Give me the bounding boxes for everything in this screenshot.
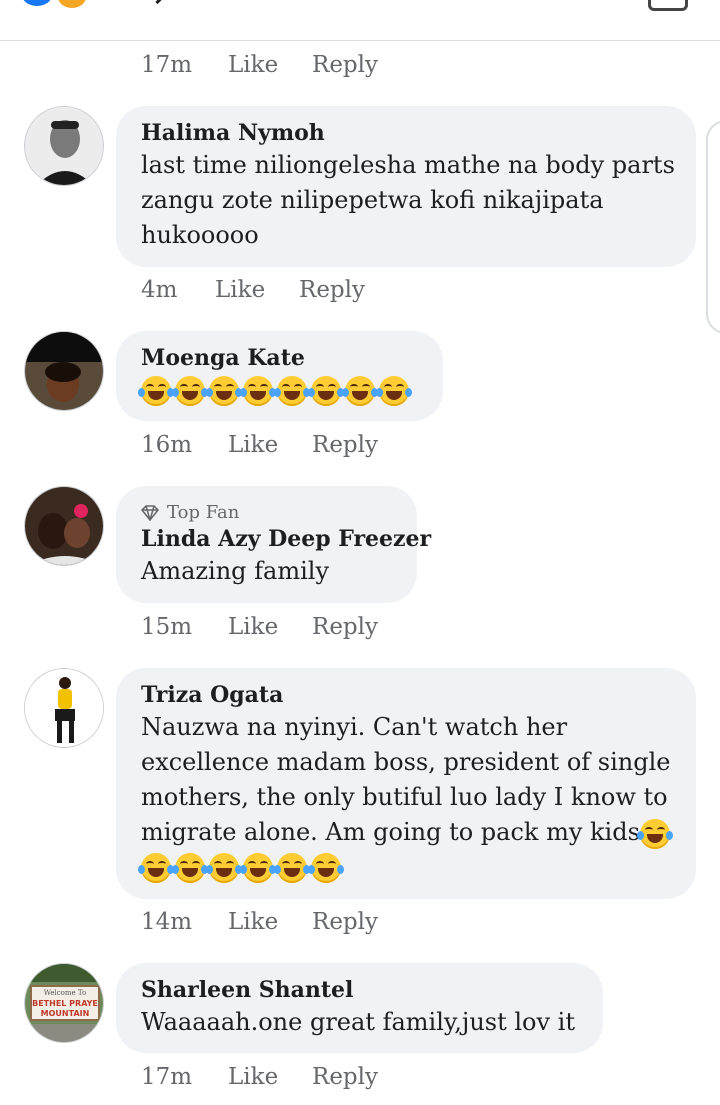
- laughing-emoji-icon: [376, 375, 412, 406]
- share-icon[interactable]: [648, 0, 688, 11]
- laughing-emoji-icon: [240, 375, 276, 406]
- comment-text-line: mothers, the only butiful luo lady I kno…: [141, 783, 668, 811]
- comment-text-line: hukooooo: [141, 221, 259, 249]
- comment-text-fragment: migrate alone. Am going to pack my kids: [141, 818, 640, 846]
- comment-text-line: excellence madam boss, president of sing…: [141, 748, 671, 776]
- reply-button[interactable]: Reply: [312, 1064, 378, 1090]
- laughing-emoji-icon: [342, 375, 378, 406]
- comment-time: 4m: [141, 277, 178, 303]
- comment-time: 14m: [141, 909, 193, 935]
- commenter-name[interactable]: Halima Nymoh: [141, 118, 670, 148]
- laughing-emoji-icon: [274, 375, 310, 406]
- like-button[interactable]: Like: [228, 1064, 278, 1090]
- avatar[interactable]: Welcome To BETHEL PRAYE MOUNTAIN: [24, 963, 104, 1043]
- avatar[interactable]: [24, 486, 104, 566]
- avatar[interactable]: [24, 668, 104, 748]
- comment-text-line: Amazing family: [141, 557, 330, 585]
- comment-text-line: Nauzwa na nyinyi. Can't watch her: [141, 713, 568, 741]
- comment-text-line: zangu zote nilipepetwa kofi nikajipata: [141, 186, 604, 214]
- laughing-emoji-icon: [172, 375, 208, 406]
- laughing-emoji-icon: [138, 375, 174, 406]
- laughing-emoji-icon: [240, 852, 276, 883]
- top-reactions-bar: [0, 0, 720, 41]
- commenter-name[interactable]: Triza Ogata: [141, 680, 670, 710]
- laughing-emoji-icon: [308, 852, 344, 883]
- laughing-emoji-icon: [206, 852, 242, 883]
- diamond-icon: [141, 505, 159, 521]
- badge-label: Top Fan: [167, 502, 240, 523]
- sign-text: Welcome To: [44, 989, 87, 997]
- reply-button[interactable]: Reply: [299, 277, 365, 303]
- laughing-emoji-icon: [138, 852, 174, 883]
- comment-text-line: migrate alone. Am going to pack my kids: [141, 815, 673, 850]
- comment-bubble: Sharleen Shantel Waaaaah.one great famil…: [116, 963, 603, 1053]
- sign-text: MOUNTAIN: [41, 1009, 90, 1018]
- comment-text-line: last time niliongelesha mathe na body pa…: [141, 151, 675, 179]
- comment-time: 17m: [141, 1064, 193, 1090]
- side-panel-edge: [706, 120, 720, 334]
- reply-button[interactable]: Reply: [312, 52, 378, 78]
- comment-time: 16m: [141, 432, 193, 458]
- like-reaction-icon: [22, 0, 52, 6]
- comment-text-line: Waaaaah.one great family,just lov it: [141, 1008, 575, 1036]
- commenter-name[interactable]: Moenga Kate: [141, 343, 417, 373]
- reply-button[interactable]: Reply: [312, 614, 378, 640]
- emoji-row: [138, 373, 417, 407]
- comment-bubble: Halima Nymoh last time niliongelesha mat…: [116, 106, 696, 267]
- commenter-name[interactable]: Linda Azy Deep Freezer: [141, 524, 431, 554]
- sign-text: BETHEL PRAYE: [32, 999, 98, 1008]
- comment-time: 15m: [141, 614, 193, 640]
- laughing-emoji-icon: [172, 852, 208, 883]
- chevron-right-icon[interactable]: [146, 0, 169, 5]
- reply-button[interactable]: Reply: [312, 909, 378, 935]
- like-button[interactable]: Like: [215, 277, 265, 303]
- like-button[interactable]: Like: [228, 614, 278, 640]
- comment-bubble: Triza Ogata Nauzwa na nyinyi. Can't watc…: [116, 668, 696, 899]
- laughing-emoji-icon: [308, 375, 344, 406]
- reply-button[interactable]: Reply: [312, 432, 378, 458]
- comment-bubble: Top Fan Linda Azy Deep Freezer Amazing f…: [116, 486, 431, 603]
- avatar[interactable]: [24, 106, 104, 186]
- laughing-emoji-icon: [274, 852, 310, 883]
- comment-time: 17m: [141, 52, 193, 78]
- laughing-emoji-icon: [636, 818, 673, 849]
- avatar[interactable]: [24, 331, 104, 411]
- commenter-name[interactable]: Sharleen Shantel: [141, 975, 577, 1005]
- comment-bubble: Moenga Kate: [116, 331, 443, 421]
- laughing-emoji-icon: [206, 375, 242, 406]
- like-button[interactable]: Like: [228, 432, 278, 458]
- haha-reaction-icon: [56, 0, 88, 10]
- emoji-row: [138, 850, 670, 884]
- top-fan-badge: Top Fan: [141, 502, 391, 524]
- like-button[interactable]: Like: [228, 909, 278, 935]
- like-button[interactable]: Like: [228, 52, 278, 78]
